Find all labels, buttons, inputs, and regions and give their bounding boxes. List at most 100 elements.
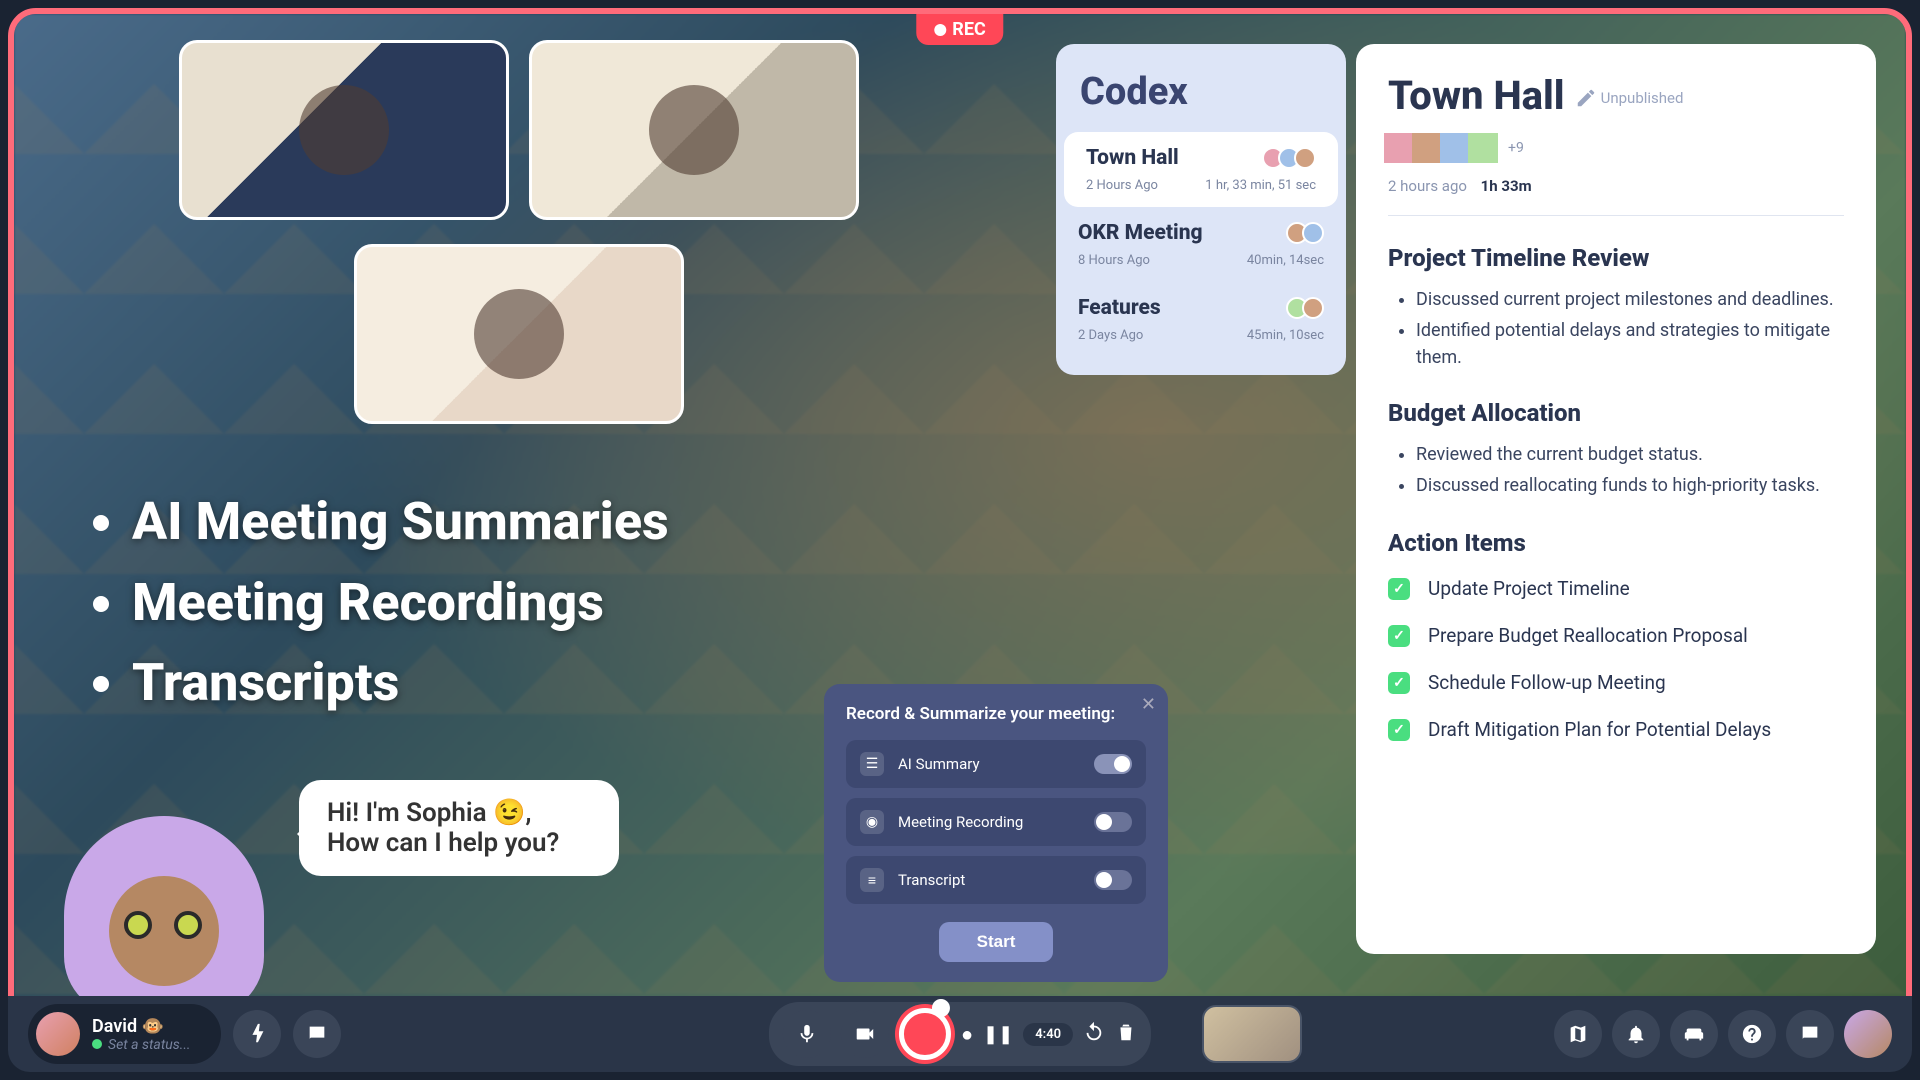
trash-icon[interactable] [1115, 1021, 1137, 1047]
detail-title: Town Hall [1388, 72, 1565, 119]
video-tile-3[interactable] [354, 244, 684, 424]
record-dialog-title: Record & Summarize your meeting: [846, 704, 1146, 724]
record-icon: ◉ [860, 810, 884, 834]
start-button[interactable]: Start [939, 922, 1054, 962]
record-row-transcript: ≡ Transcript [846, 856, 1146, 904]
checkbox-icon[interactable]: ✓ [1388, 672, 1410, 694]
toggle-recording[interactable] [1094, 812, 1132, 832]
help-button[interactable] [1728, 1010, 1776, 1058]
codex-item-ago: 2 Hours Ago [1086, 178, 1158, 193]
bell-icon [1625, 1023, 1647, 1045]
detail-section: Budget Allocation Reviewed the current b… [1388, 399, 1844, 499]
detail-panel: Town Hall Unpublished +9 2 hours ago 1h … [1356, 44, 1876, 954]
action-item[interactable]: ✓Schedule Follow-up Meeting [1388, 671, 1844, 694]
edit-icon [1575, 87, 1597, 109]
record-row-label: Transcript [898, 871, 1080, 889]
codex-panel: Codex Town Hall 2 Hours Ago 1 hr, 33 min,… [1056, 44, 1346, 375]
codex-item-dur: 45min, 10sec [1247, 328, 1324, 343]
codex-item-ago: 2 Days Ago [1078, 328, 1143, 343]
section-heading: Project Timeline Review [1388, 244, 1844, 272]
close-icon[interactable]: ✕ [1141, 694, 1156, 715]
action-items: Action Items ✓Update Project Timeline ✓P… [1388, 529, 1844, 741]
map-icon [1567, 1023, 1589, 1045]
stop-icon[interactable]: ● [961, 1022, 973, 1047]
section-bullet: Reviewed the current budget status. [1416, 441, 1844, 468]
codex-item-town-hall[interactable]: Town Hall 2 Hours Ago 1 hr, 33 min, 51 se… [1064, 132, 1338, 207]
summary-icon: ☰ [860, 752, 884, 776]
app-frame: REC AI Meeting Summaries Meeting Recordi… [8, 8, 1912, 1072]
pause-icon[interactable]: ❚❚ [983, 1024, 1013, 1045]
codex-item-title: Features [1078, 296, 1161, 320]
avatar-stack [1292, 297, 1324, 319]
restart-icon[interactable] [1083, 1021, 1105, 1047]
codex-item-ago: 8 Hours Ago [1078, 253, 1150, 268]
user-avatar [36, 1012, 80, 1056]
video-tile-1[interactable] [179, 40, 509, 220]
couch-icon [1683, 1023, 1705, 1045]
feature-item: Meeting Recordings [132, 563, 669, 644]
record-row-ai-summary: ☰ AI Summary [846, 740, 1146, 788]
user-chip[interactable]: David 🐵 Set a status... [28, 1004, 221, 1064]
feature-item: Transcripts [132, 643, 669, 724]
bolt-icon [246, 1023, 268, 1045]
video-tiles-row2 [354, 244, 684, 424]
more-count: +9 [1508, 140, 1524, 156]
camera-icon [854, 1023, 876, 1045]
video-tile-2[interactable] [529, 40, 859, 220]
bottom-bar: David 🐵 Set a status... ● ❚❚ 4:40 [8, 996, 1912, 1072]
bolt-button[interactable] [233, 1010, 281, 1058]
unpublished-badge: Unpublished [1575, 87, 1684, 109]
record-button[interactable] [899, 1008, 951, 1060]
feature-item: AI Meeting Summaries [132, 482, 669, 563]
self-video-preview[interactable] [1202, 1005, 1302, 1063]
video-tiles [179, 40, 899, 220]
section-bullet: Identified potential delays and strategi… [1416, 317, 1844, 371]
question-icon [1741, 1023, 1763, 1045]
codex-item-title: OKR Meeting [1078, 221, 1203, 245]
media-controls: ● ❚❚ 4:40 [769, 1002, 1151, 1066]
camera-button[interactable] [841, 1010, 889, 1058]
map-button[interactable] [1554, 1010, 1602, 1058]
user-name: David 🐵 [92, 1016, 191, 1037]
checkbox-icon[interactable]: ✓ [1388, 578, 1410, 600]
chat-button[interactable] [293, 1010, 341, 1058]
mic-icon [796, 1023, 818, 1045]
action-item[interactable]: ✓Draft Mitigation Plan for Potential Del… [1388, 718, 1844, 741]
detail-ago: 2 hours ago [1388, 177, 1467, 195]
transcript-icon: ≡ [860, 868, 884, 892]
codex-item-dur: 40min, 14sec [1247, 253, 1324, 268]
profile-avatar-button[interactable] [1844, 1010, 1892, 1058]
feedback-icon [1799, 1023, 1821, 1045]
feedback-button[interactable] [1786, 1010, 1834, 1058]
detail-duration: 1h 33m [1481, 177, 1532, 195]
codex-item-dur: 1 hr, 33 min, 51 sec [1205, 178, 1316, 193]
codex-item-title: Town Hall [1086, 146, 1179, 170]
section-bullet: Discussed reallocating funds to high-pri… [1416, 472, 1844, 499]
avatar-stack [1292, 222, 1324, 244]
rec-label: REC [952, 19, 985, 40]
detail-section: Project Timeline Review Discussed curren… [1388, 244, 1844, 371]
status-placeholder[interactable]: Set a status... [108, 1037, 191, 1053]
codex-title: Codex [1056, 66, 1346, 132]
detail-avatars: +9 [1388, 133, 1844, 163]
section-heading: Budget Allocation [1388, 399, 1844, 427]
couch-button[interactable] [1670, 1010, 1718, 1058]
notifications-button[interactable] [1612, 1010, 1660, 1058]
checkbox-icon[interactable]: ✓ [1388, 625, 1410, 647]
sophia-speech-bubble: Hi! I'm Sophia 😉, How can I help you? [299, 780, 619, 876]
bar-right [1554, 1010, 1892, 1058]
status-dot-icon [92, 1039, 102, 1049]
mic-button[interactable] [783, 1010, 831, 1058]
record-row-label: Meeting Recording [898, 813, 1080, 831]
avatar-stack [1268, 147, 1316, 169]
codex-item-features[interactable]: Features 2 Days Ago 45min, 10sec [1056, 282, 1346, 357]
feature-list: AI Meeting Summaries Meeting Recordings … [72, 482, 669, 724]
checkbox-icon[interactable]: ✓ [1388, 719, 1410, 741]
toggle-ai-summary[interactable] [1094, 754, 1132, 774]
toggle-transcript[interactable] [1094, 870, 1132, 890]
chat-icon [306, 1023, 328, 1045]
rec-badge: REC [916, 14, 1003, 45]
codex-item-okr[interactable]: OKR Meeting 8 Hours Ago 40min, 14sec [1056, 207, 1346, 282]
action-item[interactable]: ✓Prepare Budget Reallocation Proposal [1388, 624, 1844, 647]
action-item[interactable]: ✓Update Project Timeline [1388, 577, 1844, 600]
